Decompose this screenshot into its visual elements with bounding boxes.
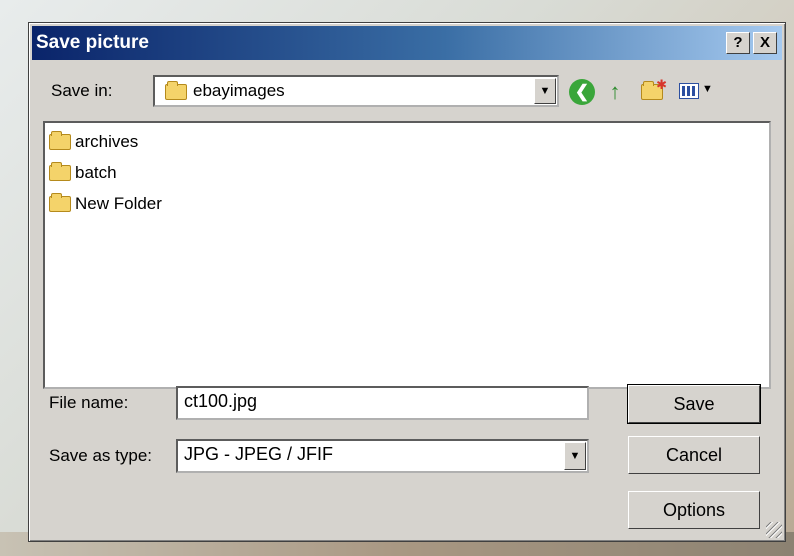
save-button[interactable]: Save — [627, 384, 761, 424]
view-grid-icon — [679, 83, 699, 99]
file-name-input[interactable]: ct100.jpg — [176, 386, 589, 420]
save-as-type-select[interactable]: JPG - JPEG / JFIF ▼ — [176, 439, 589, 473]
save-picture-dialog: Save picture ? X Save in: ebayimages ▼ ❮… — [28, 22, 786, 542]
list-item-label: batch — [75, 163, 117, 182]
resize-grip[interactable] — [766, 522, 782, 538]
save-in-dropdown-button[interactable]: ▼ — [534, 78, 556, 104]
folder-icon — [165, 81, 187, 100]
list-item-archives[interactable]: archives — [49, 129, 138, 155]
file-name-label: File name: — [49, 393, 129, 412]
list-item-label: archives — [75, 132, 139, 151]
save-in-value: ebayimages — [193, 81, 285, 100]
up-folder-icon[interactable]: ↑ — [604, 79, 626, 105]
help-button[interactable]: ? — [726, 32, 750, 54]
chevron-down-icon: ▼ — [702, 83, 713, 95]
save-as-type-dropdown-button[interactable]: ▼ — [564, 442, 586, 470]
folder-icon — [49, 193, 71, 212]
views-menu-icon[interactable]: ▼ — [679, 79, 713, 105]
list-item-label: New Folder — [75, 194, 162, 213]
save-in-combobox[interactable]: ebayimages ▼ — [153, 75, 559, 107]
save-as-type-value: JPG - JPEG / JFIF — [184, 444, 334, 464]
list-item-batch[interactable]: batch — [49, 160, 117, 186]
close-button[interactable]: X — [753, 32, 777, 54]
save-in-label: Save in: — [51, 81, 113, 100]
options-button[interactable]: Options — [628, 491, 760, 529]
save-as-type-label: Save as type: — [49, 446, 153, 465]
dialog-title: Save picture — [36, 32, 149, 53]
sparkle-icon: ✱ — [656, 77, 667, 92]
new-folder-icon[interactable]: ✱ — [637, 77, 667, 105]
cancel-button[interactable]: Cancel — [628, 436, 760, 474]
file-list[interactable]: archives batch New Folder — [43, 121, 771, 389]
folder-icon — [49, 131, 71, 150]
list-item-new-folder[interactable]: New Folder — [49, 191, 162, 217]
back-icon[interactable]: ❮ — [569, 79, 595, 105]
folder-icon — [49, 162, 71, 181]
title-bar[interactable]: Save picture ? X — [32, 26, 782, 60]
